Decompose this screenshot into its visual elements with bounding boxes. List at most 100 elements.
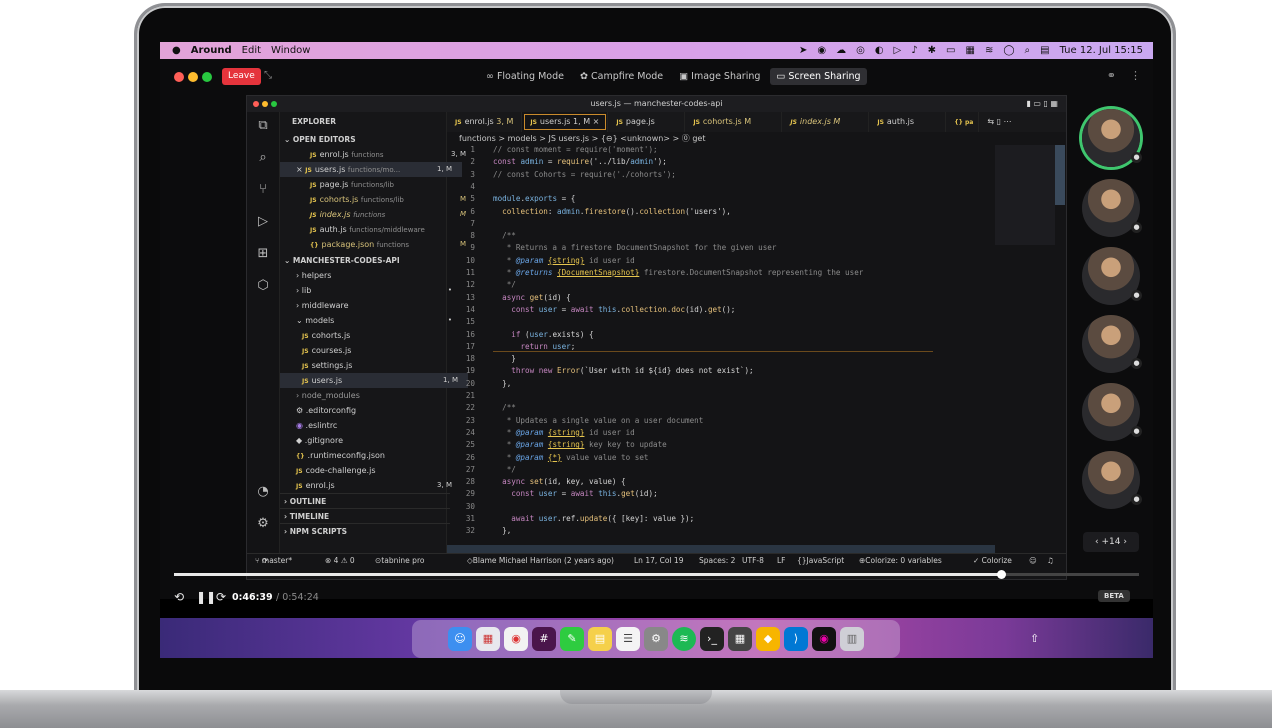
battery-icon[interactable]: ▭ [946,45,955,56]
tab-page[interactable]: JS page.js [608,112,686,132]
code-line[interactable]: const admin = require('../lib/admin'); [493,157,667,166]
code-line[interactable]: } [493,354,516,363]
tree-code-challenge[interactable]: JS code-challenge.js [280,463,462,478]
account-icon[interactable]: ◔ [255,484,271,500]
open-editor-users[interactable]: × JS users.js functions/mo... 1, M [280,162,462,177]
outline-header[interactable]: › OUTLINE [280,493,450,509]
menu-item-window[interactable]: Window [271,45,310,56]
reminders-icon[interactable]: ☰ [616,627,640,651]
wifi-icon[interactable]: ≋ [985,45,993,56]
pause-icon[interactable]: ❚❚ [196,590,216,604]
participant-avatar[interactable]: ● [1082,451,1142,509]
close-icon[interactable]: × [593,117,600,126]
code-line[interactable]: await user.ref.update({ [key]: value }); [493,514,694,523]
minimap[interactable] [995,145,1055,245]
sketch-icon[interactable]: ◆ [756,627,780,651]
tree-editorconfig[interactable]: ⚙ .editorconfig [280,403,462,418]
tree-cohorts[interactable]: JS cohorts.js [280,328,468,343]
problems-status[interactable]: ⊗ 4 ⚠ 0 [325,554,355,568]
tree-helpers[interactable]: › helpers [280,268,462,283]
link-icon[interactable]: ⚭ [1107,69,1116,82]
participant-avatar[interactable]: ● [1082,179,1142,237]
launchpad-icon[interactable]: ▦ [476,627,500,651]
code-line[interactable]: */ [493,465,516,474]
around-icon[interactable]: ◉ [812,627,836,651]
code-editor[interactable]: 1 // const moment = require('moment'); 2 co… [447,145,995,553]
tree-node-modules[interactable]: › node_modules [280,388,462,403]
floating-mode-button[interactable]: ∞ Floating Mode [480,68,570,85]
flag-icon[interactable]: ▦ [965,45,974,56]
terminal-icon[interactable]: ›_ [700,627,724,651]
tree-enrol[interactable]: JS enrol.js 3, M [280,478,462,493]
chevron-right-icon[interactable]: › [1123,537,1127,547]
tab-package[interactable]: {} pa [946,112,980,132]
tree-middleware[interactable]: › middleware [280,298,462,313]
project-header[interactable]: ⌄ MANCHESTER-CODES-API [280,253,450,268]
colorize-status[interactable]: ⊕ Colorize: 0 variables [859,554,942,568]
code-line[interactable]: collection: admin.firestore().collection… [493,207,731,216]
menubar-datetime[interactable]: Tue 12. Jul 15:15 [1060,45,1143,56]
layout-icons[interactable]: ▮ ▭ ▯ ▦ [1026,96,1058,112]
slack-icon[interactable]: # [532,627,556,651]
open-editors-header[interactable]: ⌄ OPEN EDITORS [280,132,450,147]
play-icon[interactable]: ▷ [894,45,902,56]
zoom-window-button[interactable] [202,72,212,82]
code-line[interactable]: */ [493,280,516,289]
code-line[interactable]: const user = await this.get(id); [493,489,657,498]
vscode-icon[interactable]: ⟩ [784,627,808,651]
branch-status[interactable]: ⑂ master* ⟳ [255,554,292,568]
participant-avatar[interactable]: ● [1082,315,1142,373]
npm-scripts-header[interactable]: › NPM SCRIPTS [280,523,450,539]
vscode-zoom-dot[interactable] [271,101,277,107]
code-line[interactable]: * Updates a single value on a user docum… [493,416,704,425]
participant-avatar[interactable]: ● [1082,247,1142,305]
user-icon[interactable]: ◯ [1003,45,1014,56]
notes-icon[interactable]: ▤ [588,627,612,651]
settings-gear-icon[interactable]: ⚙ [255,516,271,532]
progress-knob[interactable] [997,570,1006,579]
tab-auth[interactable]: JS auth.js [869,112,947,132]
tabnine-status[interactable]: ⊙ tabnine pro [375,554,424,568]
campfire-mode-button[interactable]: ✿ Campfire Mode [574,68,669,85]
calculator-icon[interactable]: ▦ [728,627,752,651]
image-sharing-button[interactable]: ▣ Image Sharing [673,68,766,85]
code-line[interactable]: * @param {string} key key to update [493,440,667,449]
vscode-min-dot[interactable] [262,101,268,107]
record-icon[interactable]: ◉ [817,45,826,56]
tree-runtimeconfig[interactable]: {} .runtimeconfig.json [280,448,462,463]
code-line[interactable]: * Returns a a firestore DocumentSnapshot… [493,243,777,252]
tree-lib[interactable]: › lib • [280,283,462,298]
cursor-position[interactable]: Ln 17, Col 19 [634,554,683,568]
control-center-icon[interactable]: ▤ [1040,45,1049,56]
code-line[interactable]: module.exports = { [493,194,575,203]
tab-users[interactable]: JS users.js 1, M × [522,112,609,132]
tab-enrol[interactable]: JS enrol.js 3, M [447,112,523,132]
close-window-button[interactable] [174,72,184,82]
code-line[interactable]: /** [493,403,516,412]
participant-avatar[interactable]: ● [1082,109,1142,167]
blame-status[interactable]: ◇ Blame Michael Harrison (2 years ago) [467,554,614,568]
trash-icon[interactable]: ▥ [840,627,864,651]
code-line[interactable]: if (user.exists) { [493,330,593,339]
c-icon[interactable]: ◐ [875,45,884,56]
language-status[interactable]: {} JavaScript [797,554,844,568]
tab-index[interactable]: JS index.js M [782,112,870,132]
minimize-window-button[interactable] [188,72,198,82]
code-line[interactable]: }, [493,526,511,535]
playback-progress[interactable] [174,570,1139,579]
code-line[interactable]: }, [493,379,511,388]
eye-icon[interactable]: ◎ [856,45,865,56]
system-preferences-icon[interactable]: ⚙ [644,627,668,651]
source-control-icon[interactable]: ⑂ [255,182,271,198]
timeline-header[interactable]: › TIMELINE [280,508,450,524]
eol-status[interactable]: LF [777,554,786,568]
tree-courses[interactable]: JS courses.js [280,343,468,358]
spotify-icon[interactable]: ≋ [672,627,696,651]
code-line[interactable]: * @returns {DocumentSnapshot} firestore.… [493,268,864,277]
code-line[interactable]: * @param {string} id user id [493,428,635,437]
finder-icon[interactable]: ☺ [448,627,472,651]
tree-users[interactable]: JS users.js 1, M [280,373,468,388]
evernote-icon[interactable]: ✎ [560,627,584,651]
code-line[interactable]: return user; [493,342,933,352]
vscode-close-dot[interactable] [253,101,259,107]
